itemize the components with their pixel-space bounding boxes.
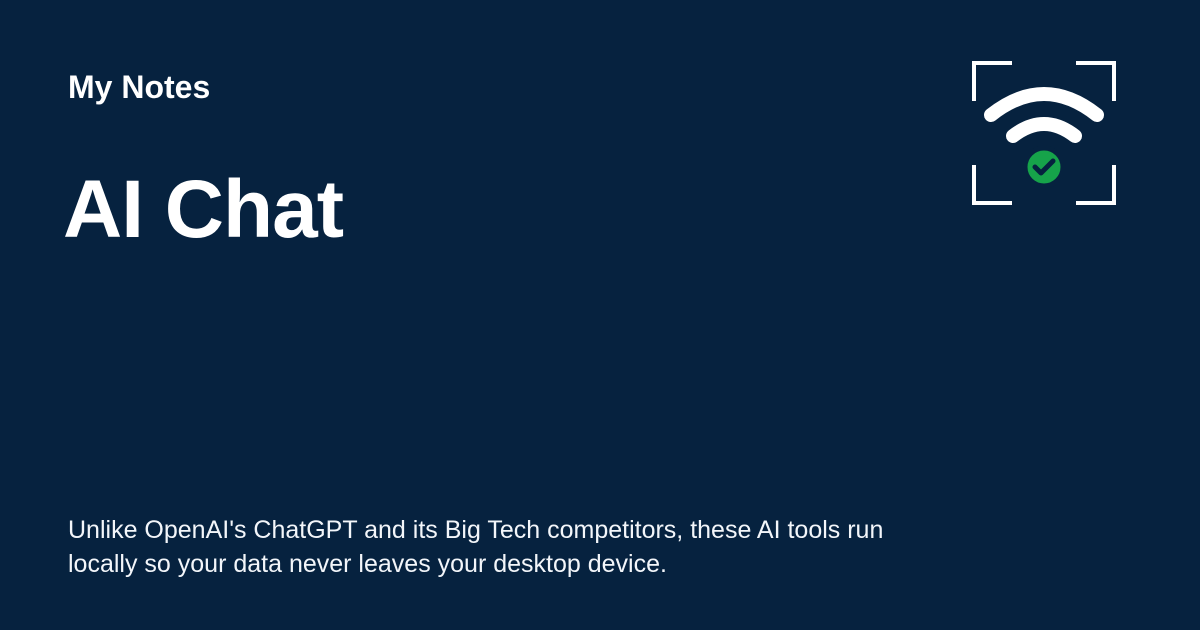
wifi-check-icon	[972, 61, 1116, 205]
page-description: Unlike OpenAI's ChatGPT and its Big Tech…	[68, 516, 884, 578]
social-card: My Notes AI Chat Unlike OpenAI's ChatGPT…	[0, 0, 1200, 630]
site-name: My Notes	[68, 69, 211, 105]
page-title: AI Chat	[63, 164, 344, 255]
